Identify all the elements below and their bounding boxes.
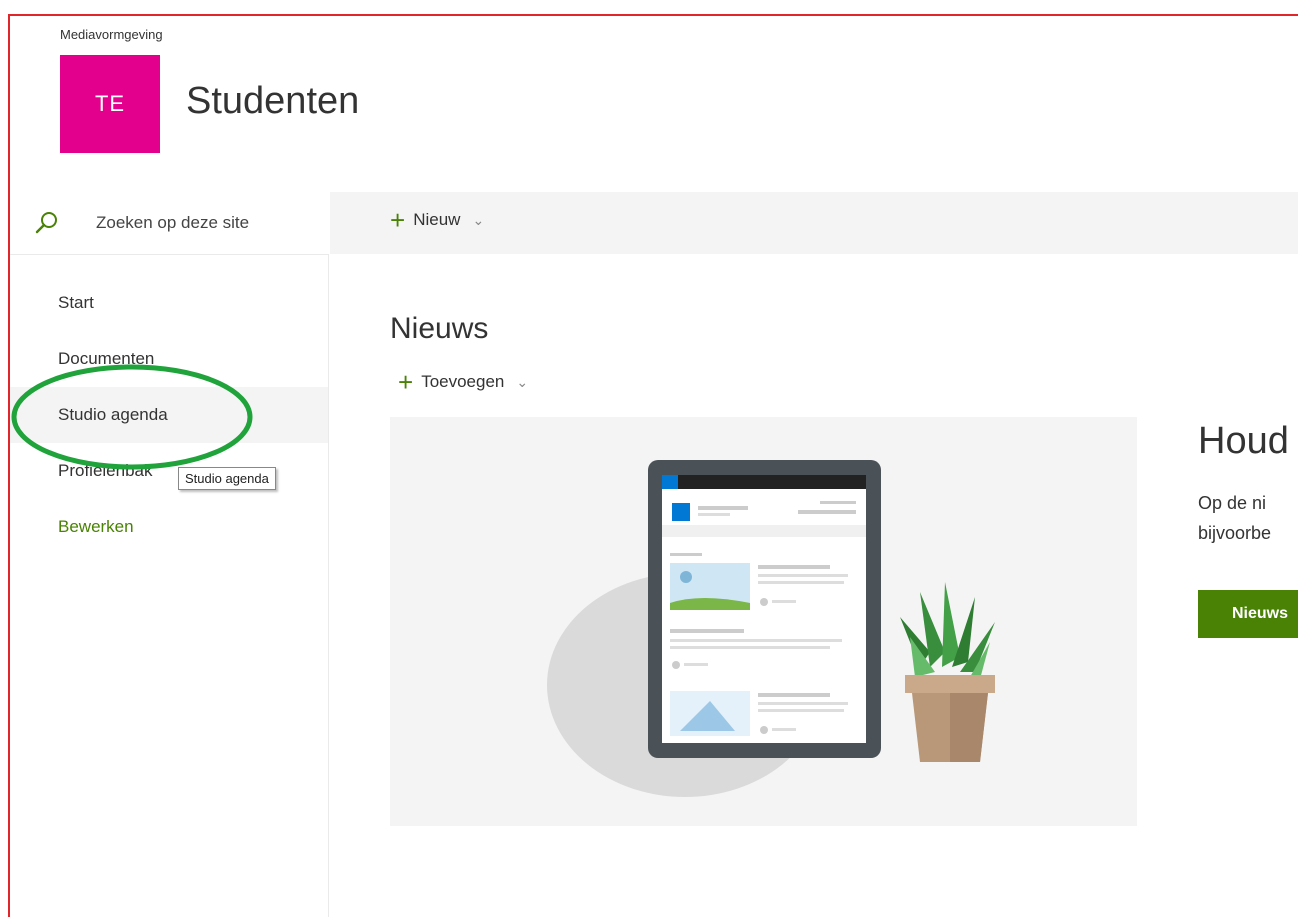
news-section-title: Nieuws [390,312,489,345]
search-input[interactable]: Zoeken op deze site [96,213,249,233]
edit-label: Bewerken [58,517,134,536]
nav-tooltip: Studio agenda [178,467,276,490]
promo-heading: Houd [1198,420,1289,462]
chevron-down-icon: ⌄ [472,211,485,228]
edit-links-button[interactable]: Bewerken [10,499,328,555]
add-news-button[interactable]: + Toevoegen ⌄ [398,367,529,397]
nav-item-start[interactable]: Start [10,275,328,331]
site-logo[interactable]: TE [60,55,160,153]
new-button-label: Nieuw [413,210,461,229]
promo-line: bijvoorbe [1198,523,1272,543]
site-logo-initials: TE [94,91,126,116]
plus-icon: + [390,205,406,235]
promo-description: Op de ni bijvoorbe [1198,488,1271,548]
tablet-illustration [648,460,881,758]
plant-illustration [900,582,995,762]
highlight-ellipse [11,364,253,470]
add-news-label: Toevoegen [421,372,505,391]
add-news-post-button[interactable]: Nieuws [1198,590,1298,638]
nav-item-label: Start [58,293,94,312]
site-title[interactable]: Studenten [186,80,359,123]
news-placeholder-illustration [390,417,1137,826]
plus-icon: + [398,367,414,397]
site-parent-link[interactable]: Mediavormgeving [60,27,163,42]
search-box[interactable]: Zoeken op deze site [10,192,328,255]
search-icon [35,212,57,234]
nav-divider [328,254,329,917]
promo-line: Op de ni [1198,493,1267,513]
new-button[interactable]: + Nieuw ⌄ [390,205,485,235]
frame-border-top [8,14,1298,16]
chevron-down-icon: ⌄ [516,373,529,390]
